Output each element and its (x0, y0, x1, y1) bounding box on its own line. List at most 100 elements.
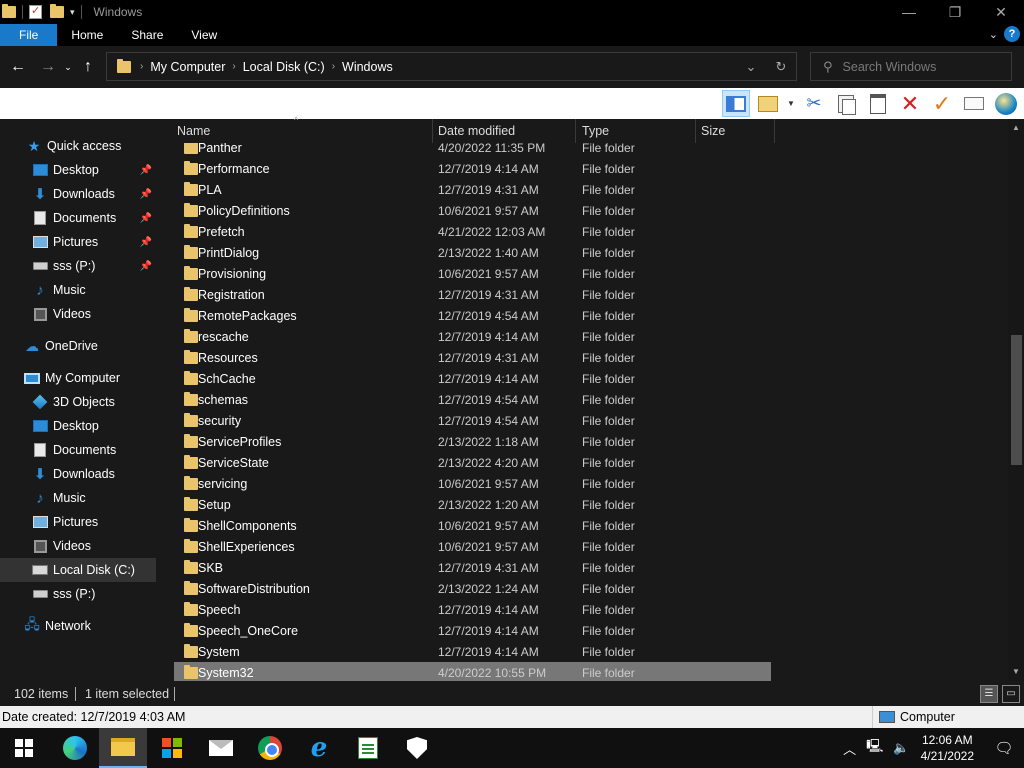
table-row[interactable]: Speech_OneCore 12/7/2019 4:14 AM File fold… (174, 620, 771, 641)
pin-icon[interactable]: 📌 (140, 213, 152, 224)
table-row[interactable]: PrintDialog 2/13/2022 1:40 AM File folder (174, 242, 771, 263)
rename-button[interactable] (960, 90, 988, 117)
nav-onedrive[interactable]: ☁ OneDrive (0, 334, 156, 358)
table-row[interactable]: servicing 10/6/2021 9:57 AM File folder (174, 473, 771, 494)
pin-icon[interactable]: 📌 (140, 237, 152, 248)
table-row[interactable]: RemotePackages 12/7/2019 4:54 AM File fold… (174, 305, 771, 326)
globe-button[interactable] (992, 90, 1020, 117)
nav-item-desktop[interactable]: Desktop 📌 (0, 158, 156, 182)
new-folder-icon[interactable] (50, 4, 64, 18)
table-row[interactable]: System 12/7/2019 4:14 AM File folder (174, 641, 771, 662)
nav-item-local-disk[interactable]: Local Disk (C:) (0, 558, 156, 582)
nav-item-sss-drive[interactable]: sss (P:) 📌 (0, 254, 156, 278)
start-button[interactable] (0, 728, 48, 768)
nav-item-documents[interactable]: Documents 📌 (0, 206, 156, 230)
properties-button[interactable]: ✓ (928, 90, 956, 117)
table-row[interactable]: Panther 4/20/2022 11:35 PM File folder (174, 143, 771, 158)
taskbar-edge[interactable] (51, 728, 99, 768)
taskbar-security[interactable] (393, 728, 441, 768)
delete-button[interactable]: ✕ (896, 90, 924, 117)
column-header-type[interactable]: Type (576, 119, 696, 143)
search-input[interactable] (842, 59, 993, 74)
minimize-button[interactable]: — (886, 0, 932, 24)
customize-toolbar-icon[interactable]: ▾ (70, 7, 75, 18)
nav-item-videos[interactable]: Videos (0, 302, 156, 326)
refresh-icon[interactable]: ↻ (766, 59, 796, 75)
nav-item-downloads[interactable]: ⬇ Downloads 📌 (0, 182, 156, 206)
table-row[interactable]: ShellExperiences 10/6/2021 9:57 AM File fo… (174, 536, 771, 557)
help-icon[interactable]: ? (1004, 26, 1020, 42)
up-button[interactable]: ↑ (76, 55, 100, 79)
taskbar-spreadsheet[interactable] (344, 728, 392, 768)
taskbar-mail[interactable] (197, 728, 245, 768)
taskbar-store[interactable] (148, 728, 196, 768)
pin-icon[interactable]: 📌 (140, 189, 152, 200)
close-button[interactable]: ✕ (978, 0, 1024, 24)
nav-item-music[interactable]: ♪ Music (0, 278, 156, 302)
column-header-date[interactable]: Date modified (432, 119, 576, 143)
nav-item-downloads[interactable]: ⬇ Downloads (0, 462, 156, 486)
search-box[interactable]: ⚲ (810, 52, 1012, 81)
paste-button[interactable] (864, 90, 892, 117)
table-row[interactable]: schemas 12/7/2019 4:54 AM File folder (174, 389, 771, 410)
column-header-size[interactable]: Size (695, 119, 775, 143)
table-row[interactable]: ShellComponents 10/6/2021 9:57 AM File fol… (174, 515, 771, 536)
table-row[interactable]: Provisioning 10/6/2021 9:57 AM File folder (174, 263, 771, 284)
nav-item-videos[interactable]: Videos (0, 534, 156, 558)
nav-item-pictures[interactable]: Pictures 📌 (0, 230, 156, 254)
table-row[interactable]: ServiceProfiles 2/13/2022 1:18 AM File fol… (174, 431, 771, 452)
details-view-icon[interactable]: ☰ (980, 684, 998, 703)
pin-icon[interactable]: 📌 (140, 261, 152, 272)
large-icons-view-icon[interactable]: ▭ (1002, 684, 1020, 703)
table-row[interactable]: security 12/7/2019 4:54 AM File folder (174, 410, 771, 431)
pin-icon[interactable]: 📌 (140, 165, 152, 176)
breadcrumb-local-disk[interactable]: Local Disk (C:) (239, 60, 329, 74)
taskbar-chrome[interactable] (246, 728, 294, 768)
tab-share[interactable]: Share (117, 24, 177, 46)
chevron-right-icon[interactable]: › (229, 61, 238, 72)
column-header-name[interactable]: Name (171, 119, 433, 143)
table-row[interactable]: PolicyDefinitions 10/6/2021 9:57 AM File f… (174, 200, 771, 221)
network-status-icon[interactable]: 🖳 (866, 737, 883, 759)
forward-button[interactable]: → (36, 55, 60, 79)
table-row[interactable]: rescache 12/7/2019 4:14 AM File folder (174, 326, 771, 347)
scroll-up-arrow-icon[interactable]: ▲ (1008, 123, 1024, 132)
scrollbar-thumb[interactable] (1011, 335, 1022, 465)
address-history-icon[interactable]: ⌄ (736, 59, 766, 75)
nav-network[interactable]: 🖧 Network (0, 614, 156, 638)
nav-item-music[interactable]: ♪ Music (0, 486, 156, 510)
back-button[interactable]: ← (6, 55, 30, 79)
nav-item-documents[interactable]: Documents (0, 438, 156, 462)
copy-button[interactable] (832, 90, 860, 117)
breadcrumb-my-computer[interactable]: My Computer (146, 60, 229, 74)
recent-locations-button[interactable]: ⌄ (60, 55, 76, 79)
taskbar-internet-explorer[interactable]: e (295, 728, 343, 768)
table-row[interactable]: PLA 12/7/2019 4:31 AM File folder (174, 179, 771, 200)
scroll-down-arrow-icon[interactable]: ▼ (1008, 667, 1024, 676)
nav-item-3d-objects[interactable]: 3D Objects (0, 390, 156, 414)
table-row[interactable]: Prefetch 4/21/2022 12:03 AM File folder (174, 221, 771, 242)
table-row[interactable]: Speech 12/7/2019 4:14 AM File folder (174, 599, 771, 620)
table-row[interactable]: ServiceState 2/13/2022 4:20 AM File folder (174, 452, 771, 473)
chevron-right-icon[interactable]: › (137, 61, 146, 72)
nav-my-computer[interactable]: My Computer (0, 366, 156, 390)
notifications-button[interactable]: 🗨 (984, 728, 1024, 768)
volume-icon[interactable]: 🔈 (893, 740, 909, 756)
table-row[interactable]: System32 4/20/2022 10:55 PM File folder (174, 662, 771, 681)
views-button[interactable] (754, 90, 782, 117)
cut-button[interactable]: ✂ (800, 90, 828, 117)
maximize-button[interactable]: ❐ (932, 0, 978, 24)
table-row[interactable]: SKB 12/7/2019 4:31 AM File folder (174, 557, 771, 578)
nav-quick-access[interactable]: ★ Quick access (0, 134, 156, 158)
show-hidden-icons-icon[interactable]: ︿ (843, 739, 856, 758)
table-row[interactable]: SoftwareDistribution 2/13/2022 1:24 AM Fil… (174, 578, 771, 599)
tab-view[interactable]: View (177, 24, 231, 46)
address-bar[interactable]: › My Computer › Local Disk (C:) › Window… (106, 52, 797, 81)
table-row[interactable]: Setup 2/13/2022 1:20 AM File folder (174, 494, 771, 515)
expand-ribbon-icon[interactable]: ⌄ (989, 28, 998, 41)
tab-file[interactable]: File (0, 24, 58, 46)
nav-item-desktop[interactable]: Desktop (0, 414, 156, 438)
table-row[interactable]: Registration 12/7/2019 4:31 AM File folder (174, 284, 771, 305)
clock[interactable]: 12:06 AM 4/21/2022 (921, 732, 974, 764)
preview-pane-button[interactable] (722, 90, 750, 117)
